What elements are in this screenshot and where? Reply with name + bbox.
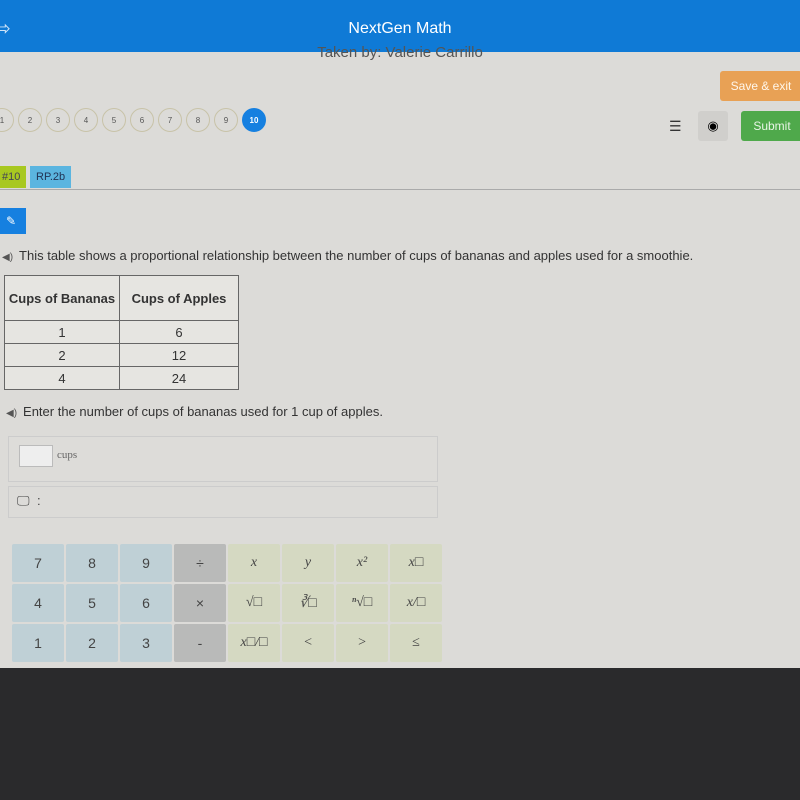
table-cell: 6 <box>119 320 239 344</box>
keypad-key[interactable]: < <box>282 624 334 662</box>
table-cell: 12 <box>119 343 239 367</box>
table-cell: 1 <box>4 320 120 344</box>
keypad-key[interactable]: 9 <box>120 544 172 582</box>
data-table: Cups of Bananas Cups of Apples 16 2 12 4 24 <box>4 275 239 390</box>
monitor-icon[interactable]: 🖵 <box>17 493 30 509</box>
keypad-key[interactable]: 5 <box>66 584 118 622</box>
app-title: NextGen Math <box>348 20 452 37</box>
keypad-key[interactable]: 1 <box>12 624 64 662</box>
keypad-key[interactable]: - <box>174 624 226 662</box>
question-nav-item[interactable]: 10 <box>242 108 266 132</box>
keypad-key[interactable]: x/□ <box>390 584 442 622</box>
keypad-key[interactable]: 8 <box>66 544 118 582</box>
table-header: Cups of Bananas <box>4 275 120 321</box>
taken-by: Taken by: Valerie Carrillo <box>317 44 483 61</box>
keypad-key[interactable]: ≤ <box>390 624 442 662</box>
keypad-key[interactable]: × <box>174 584 226 622</box>
keypad-key[interactable]: 7 <box>12 544 64 582</box>
keypad-header: 🖵: <box>8 486 438 518</box>
keypad-key[interactable]: x□/□ <box>228 624 280 662</box>
instruction-text: Enter the number of cups of bananas used… <box>23 404 383 419</box>
question-nav-item[interactable]: 2 <box>18 108 42 132</box>
question-nav-item[interactable]: 6 <box>130 108 154 132</box>
table-row: 2 12 <box>4 343 239 367</box>
keypad-header-text: : <box>37 493 41 508</box>
question-nav-item[interactable]: 5 <box>102 108 126 132</box>
question-prompt: ◀) This table shows a proportional relati… <box>2 248 693 263</box>
keypad-key[interactable]: 6 <box>120 584 172 622</box>
question-nav-item[interactable]: 4 <box>74 108 98 132</box>
table-cell: 2 <box>4 343 120 367</box>
keypad-key[interactable]: 4 <box>12 584 64 622</box>
prompt-text: This table shows a proportional relation… <box>19 248 694 263</box>
answer-area: cups <box>8 436 438 482</box>
question-nav-item[interactable]: 3 <box>46 108 70 132</box>
keypad-key[interactable]: x² <box>336 544 388 582</box>
table-row: 16 <box>4 320 239 344</box>
question-nav-item[interactable]: 8 <box>186 108 210 132</box>
table-header: Cups of Apples <box>119 275 239 321</box>
speaker-icon[interactable]: ◀) <box>2 252 13 263</box>
question-nav: 1 2 3 4 5 6 7 8 9 10 <box>0 108 266 132</box>
keypad: 7 8 9 ÷ x y x² x□ 4 5 6 × √□ ∛□ ⁿ√□ x/□ 1 2 3- x□/□ < > ≤ <box>12 544 442 662</box>
keypad-key[interactable]: x <box>228 544 280 582</box>
keypad-key[interactable]: 3 <box>120 624 172 662</box>
question-nav-item[interactable]: 1 <box>0 108 14 132</box>
divider <box>0 189 800 190</box>
question-nav-item[interactable]: 9 <box>214 108 238 132</box>
keypad-key[interactable]: y <box>282 544 334 582</box>
speaker-icon[interactable]: ◀) <box>6 408 17 419</box>
keypad-key[interactable]: √□ <box>228 584 280 622</box>
keypad-key[interactable]: > <box>336 624 388 662</box>
submit-button[interactable]: Submit <box>741 111 800 141</box>
question-nav-item[interactable]: 7 <box>158 108 182 132</box>
keypad-key[interactable]: ⁿ√□ <box>336 584 388 622</box>
unit-label: cups <box>57 449 78 461</box>
eye-icon[interactable]: ◉ <box>698 111 728 141</box>
save-exit-button[interactable]: Save & exit <box>720 71 800 101</box>
keypad-key[interactable]: ÷ <box>174 544 226 582</box>
screen: ⇨ NextGen Math Taken by: Valerie Carrill… <box>0 0 800 668</box>
list-icon[interactable]: ☰ <box>669 118 682 135</box>
answer-input[interactable] <box>19 445 53 467</box>
keypad-key[interactable]: 2 <box>66 624 118 662</box>
table-cell: 24 <box>119 366 239 390</box>
instruction: ◀) Enter the number of cups of bananas us… <box>6 404 383 419</box>
keypad-key[interactable]: x□ <box>390 544 442 582</box>
table-cell: 4 <box>4 366 120 390</box>
pencil-icon[interactable]: ✎ <box>0 208 26 234</box>
standard-tag[interactable]: RP.2b <box>30 166 72 188</box>
table-row: 4 24 <box>4 366 239 390</box>
question-tag: #10 <box>0 166 27 188</box>
keypad-key[interactable]: ∛□ <box>282 584 334 622</box>
